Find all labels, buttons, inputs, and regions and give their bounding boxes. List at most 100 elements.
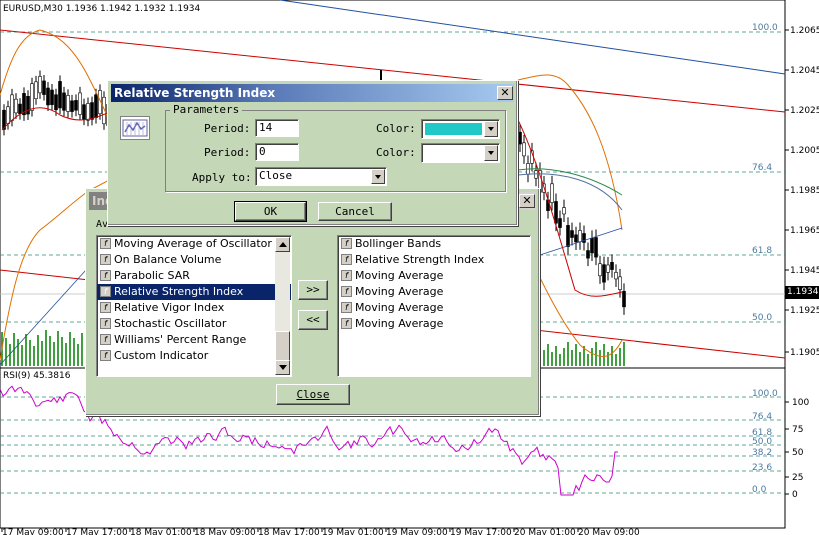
chevron-down-icon[interactable]: [484, 121, 498, 137]
function-icon: f: [341, 254, 352, 265]
candle-body: [610, 262, 614, 270]
list-item[interactable]: f Bollinger Bands: [338, 236, 530, 252]
rsi-fib-label: 100.0: [752, 389, 778, 399]
list-item[interactable]: f Moving Average: [338, 316, 530, 332]
function-icon: f: [100, 302, 111, 313]
rsi-tick-label: 25: [792, 473, 803, 483]
applied-indicators-list[interactable]: f Bollinger Bands f Relative Strength Index…: [337, 235, 531, 377]
list-item-label: Relative Strength Index: [114, 285, 244, 298]
available-list-scrollbar[interactable]: [275, 237, 290, 375]
color2-label: Color:: [376, 146, 416, 159]
fib-label: 61.8: [752, 246, 772, 256]
rsi-tick-label: 0: [792, 490, 798, 500]
rsi-properties-dialog: Relative Strength Index ✕ Parameters Per…: [107, 80, 518, 226]
rsi-tick-label: 50: [792, 448, 804, 458]
list-item-label: Moving Average: [355, 285, 444, 298]
cancel-button[interactable]: Cancel: [318, 202, 392, 221]
candle-body: [94, 94, 98, 118]
list-item[interactable]: f Custom Indicator: [97, 348, 291, 364]
candle-body: [550, 183, 554, 203]
available-indicators-list[interactable]: f Moving Average of Oscillator f On Balance…: [96, 235, 292, 377]
candle-body: [622, 291, 626, 308]
candle-body: [42, 80, 46, 95]
price-tick-label: 1.1985: [790, 186, 819, 196]
list-item[interactable]: f Relative Strength Index: [97, 284, 291, 300]
indicator-chart-icon: [120, 116, 150, 140]
rsi-fib-label: 0.0: [752, 485, 767, 495]
time-tick-label: 19 May 17:00: [450, 528, 512, 535]
list-item[interactable]: f On Balance Volume: [97, 252, 291, 268]
candle-body: [50, 89, 54, 105]
current-price-label: 1.1934: [785, 286, 819, 299]
scroll-up-icon[interactable]: [275, 237, 290, 252]
apply-to-value: Close: [259, 169, 293, 182]
rsi-dialog-title[interactable]: Relative Strength Index: [111, 84, 514, 102]
candle-body: [602, 264, 606, 283]
price-tick-label: 1.1965: [790, 226, 819, 236]
candle-body: [70, 100, 74, 112]
list-item[interactable]: f Williams' Percent Range: [97, 332, 291, 348]
fib-label: 76.4: [752, 163, 772, 173]
color-label: Color:: [376, 122, 416, 135]
scroll-thumb[interactable]: [275, 331, 290, 362]
candle-body: [554, 201, 558, 224]
candle-body: [518, 131, 522, 145]
color2-select[interactable]: [421, 143, 500, 163]
list-item[interactable]: f Moving Average: [338, 268, 530, 284]
list-item-label: Bollinger Bands: [355, 237, 442, 250]
period-input[interactable]: 14: [255, 119, 299, 137]
function-icon: f: [100, 238, 111, 249]
rsi-fib-label: 76.4: [752, 412, 772, 422]
price-tick-label: 1.1945: [790, 266, 819, 276]
color-swatch: [425, 123, 482, 135]
list-item[interactable]: f Moving Average of Oscillator: [97, 236, 291, 252]
period2-label: Period:: [204, 146, 251, 159]
list-item-label: On Balance Volume: [114, 253, 222, 266]
candle-body: [74, 100, 78, 111]
list-item[interactable]: f Moving Average: [338, 284, 530, 300]
time-tick-label: 20 May 09:00: [578, 528, 640, 535]
candle-body: [562, 207, 566, 215]
color-select[interactable]: [421, 119, 500, 139]
list-item-label: Parabolic SAR: [114, 269, 190, 282]
candle-body: [34, 81, 38, 99]
chart-header: EURUSD,M30 1.1936 1.1942 1.1932 1.1934: [3, 4, 201, 14]
function-icon: f: [341, 270, 352, 281]
add-indicator-button[interactable]: >>: [298, 280, 328, 300]
period2-input[interactable]: 0: [255, 143, 299, 161]
list-item-label: Williams' Percent Range: [114, 333, 247, 346]
list-item-label: Stochastic Oscillator: [114, 317, 227, 330]
chevron-down-icon[interactable]: [371, 169, 385, 184]
remove-indicator-button[interactable]: <<: [298, 310, 328, 330]
candle-body: [14, 98, 18, 114]
price-tick-label: 1.2025: [790, 106, 819, 116]
scroll-down-icon[interactable]: [275, 360, 290, 375]
rsi-fib-label: 23.6: [752, 463, 772, 473]
list-item-label: Moving Average of Oscillator: [114, 237, 272, 250]
chevron-down-icon[interactable]: [484, 145, 498, 161]
function-icon: f: [100, 270, 111, 281]
candle-body: [38, 76, 42, 94]
candle-body: [30, 83, 34, 111]
color2-swatch: [425, 147, 482, 159]
rsi-fib-label: 38.2: [752, 448, 772, 458]
list-item[interactable]: f Parabolic SAR: [97, 268, 291, 284]
list-item[interactable]: f Relative Strength Index: [338, 252, 530, 268]
candle-body: [18, 103, 22, 114]
fib-label: 50.0: [752, 313, 772, 323]
apply-to-select[interactable]: Close: [255, 167, 387, 186]
ok-button[interactable]: OK: [234, 201, 307, 222]
time-tick-label: 18 May 01:00: [130, 528, 192, 535]
time-tick-label: 19 May 09:00: [386, 528, 448, 535]
list-item[interactable]: f Moving Average: [338, 300, 530, 316]
close-icon[interactable]: ✕: [519, 194, 535, 208]
candle-body: [566, 225, 570, 247]
close-icon[interactable]: ✕: [497, 86, 513, 100]
candle-body: [618, 276, 622, 290]
list-item[interactable]: f Stochastic Oscillator: [97, 316, 291, 332]
candle-body: [26, 96, 30, 115]
indicators-close-button[interactable]: Close: [276, 384, 350, 405]
candle-body: [606, 264, 610, 273]
time-tick-label: 17 May 09:00: [2, 528, 64, 535]
list-item[interactable]: f Relative Vigor Index: [97, 300, 291, 316]
